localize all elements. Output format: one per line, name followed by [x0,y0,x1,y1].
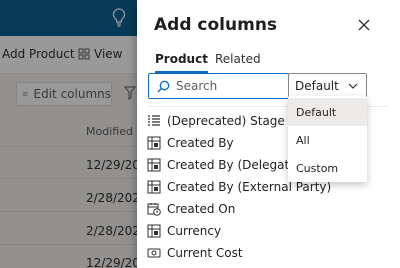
list-item[interactable]: Current Cost [147,242,243,264]
tab-related[interactable]: Related [215,52,261,66]
column-label: Created By [167,136,234,150]
money-icon [147,248,161,258]
list-icon [148,115,160,126]
search-icon [157,80,170,92]
dropdown-option-custom[interactable]: Custom [288,154,367,182]
list-item[interactable]: Created By (Delegate) [147,154,301,176]
dropdown-option-default[interactable]: Default [288,98,367,126]
search-box[interactable] [148,73,289,99]
column-label: Created On [167,202,236,216]
lookup-icon [147,158,161,172]
tab-product[interactable]: Product [155,52,208,73]
chevron-down-icon [348,83,358,89]
column-label: Created By (Delegate) [167,158,302,172]
column-label: Created By (External Party) [167,180,332,194]
column-filter-value: Default [295,79,339,93]
calendar-clock-icon [147,203,161,216]
list-item[interactable]: Created On [147,198,235,220]
list-item[interactable]: Currency [147,220,221,242]
list-item[interactable]: (Deprecated) Stage Id [147,110,300,132]
close-icon[interactable] [356,17,372,33]
column-label: Currency [167,224,222,238]
lookup-icon [147,136,161,150]
column-label: (Deprecated) Stage Id [167,114,300,128]
column-label: Current Cost [167,246,243,260]
lookup-icon [147,224,161,238]
panel-title: Add columns [154,15,278,35]
column-filter-dropdown: Default All Custom [288,96,367,182]
list-item[interactable]: Created By [147,132,234,154]
search-input[interactable] [176,79,286,93]
dropdown-option-all[interactable]: All [288,126,367,154]
lookup-icon [147,180,161,194]
